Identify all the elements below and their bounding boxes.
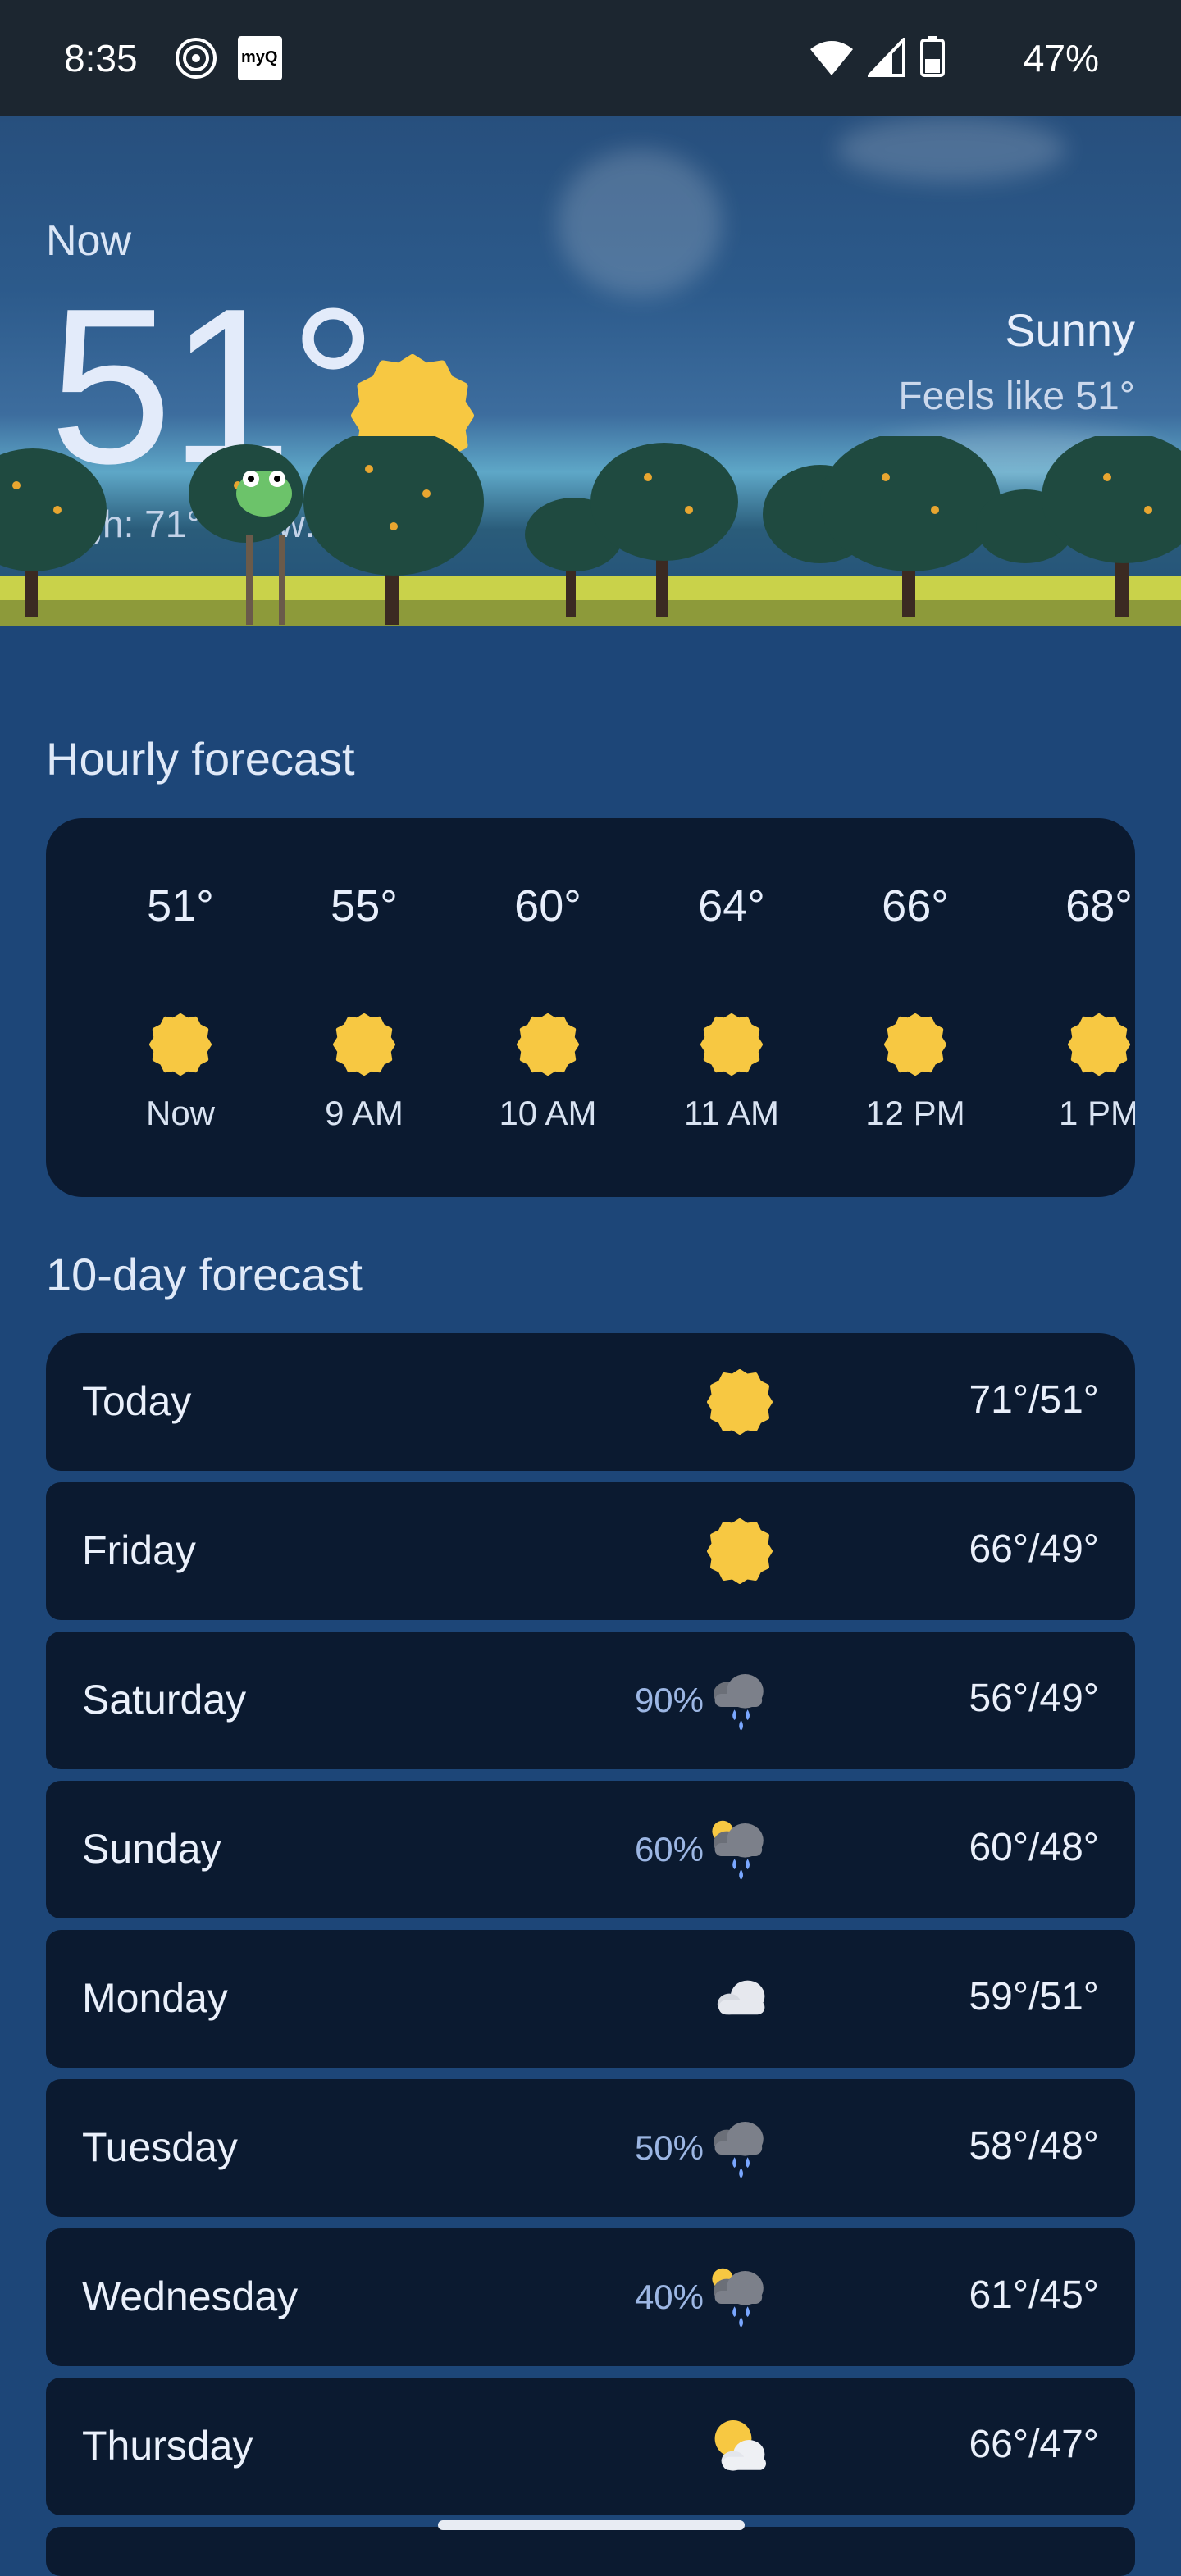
precip-chance: 60%	[634, 1830, 704, 1868]
hourly-forecast-title: Hourly forecast	[46, 733, 355, 785]
day-temps: 71°/51°	[969, 1378, 1099, 1422]
sun-icon	[707, 1518, 773, 1584]
sun-rain-icon	[712, 1820, 764, 1880]
cloud-decoration	[837, 116, 1066, 182]
day-name: Wednesday	[82, 2273, 299, 2319]
hourly-temp: 64°	[698, 881, 765, 931]
day-row-tuesday[interactable]: Tuesday 50% 58°/48°	[46, 2079, 1135, 2217]
day-name: Thursday	[82, 2423, 253, 2469]
cloud-icon	[717, 1980, 765, 2015]
cloud-decoration	[558, 149, 722, 297]
sun-icon	[149, 1013, 212, 1076]
day-row-saturday[interactable]: Saturday 90% 56°/49°	[46, 1632, 1135, 1769]
status-time: 8:35	[64, 37, 138, 80]
precip-chance: 40%	[634, 2278, 704, 2316]
feels-like: Feels like 51°	[898, 375, 1135, 418]
podcast-icon	[176, 38, 217, 79]
day-name: Monday	[82, 1975, 228, 2021]
sun-icon	[333, 1013, 395, 1076]
day-temps: 66°/47°	[969, 2423, 1099, 2466]
hourly-time: 10 AM	[499, 1094, 597, 1132]
day-row-sunday[interactable]: Sunday 60% 60°/48°	[46, 1781, 1135, 1918]
day-row-monday[interactable]: Monday 59°/51°	[46, 1930, 1135, 2068]
status-bar: 8:35 myQ 47%	[0, 0, 1181, 116]
sun-rain-icon	[712, 2268, 764, 2328]
ten-day-forecast-title: 10-day forecast	[46, 1249, 363, 1300]
battery-percent: 47%	[1023, 37, 1099, 80]
current-condition: Sunny	[1005, 304, 1135, 356]
day-row-partial[interactable]	[46, 2527, 1135, 2576]
sun-icon	[707, 1369, 773, 1435]
hourly-temp: 66°	[882, 881, 949, 931]
status-right: 47%	[810, 33, 1181, 82]
day-row-wednesday[interactable]: Wednesday 40% 61°/45°	[46, 2228, 1135, 2366]
day-temps: 58°/48°	[969, 2124, 1099, 2168]
precip-chance: 90%	[634, 1681, 704, 1719]
hourly-temp: 55°	[331, 881, 398, 931]
hourly-time: 1 PM	[1058, 1094, 1135, 1132]
hourly-time: 11 AM	[684, 1094, 779, 1132]
battery-icon	[920, 36, 945, 77]
day-temps: 61°/45°	[969, 2273, 1099, 2317]
hourly-time: 9 AM	[325, 1094, 404, 1132]
day-temps: 66°/49°	[969, 1527, 1099, 1571]
partly-cloudy-icon	[714, 2420, 766, 2471]
hourly-time: 12 PM	[865, 1094, 965, 1132]
day-row-today[interactable]: Today 71°/51°	[46, 1333, 1135, 1471]
now-label: Now	[46, 217, 132, 265]
sun-icon	[884, 1013, 946, 1076]
hourly-forecast-card[interactable]: 51° Now 55° 9 AM 60° 10 AM 64° 11 AM 66°…	[46, 818, 1135, 1197]
precip-chance: 50%	[634, 2128, 704, 2167]
signal-icon	[868, 38, 905, 77]
day-name: Friday	[82, 1527, 196, 1573]
hourly-temp: 68°	[1065, 881, 1133, 931]
hourly-time: Now	[145, 1094, 216, 1132]
day-temps: 60°/48°	[969, 1826, 1099, 1869]
hourly-temp: 51°	[147, 881, 214, 931]
rain-icon	[714, 1674, 764, 1731]
day-row-thursday[interactable]: Thursday 66°/47°	[46, 2378, 1135, 2515]
wifi-icon	[810, 41, 853, 75]
sun-icon	[1068, 1013, 1130, 1076]
day-name: Today	[82, 1378, 192, 1424]
day-name: Tuesday	[82, 2124, 238, 2170]
rain-icon	[714, 2122, 764, 2178]
sun-icon	[517, 1013, 579, 1076]
day-temps: 56°/49°	[969, 1677, 1099, 1720]
myq-icon: myQ	[238, 36, 282, 80]
hourly-temp: 60°	[514, 881, 581, 931]
orchard-illustration	[0, 436, 1181, 690]
day-temps: 59°/51°	[969, 1975, 1099, 2018]
day-name: Sunday	[82, 1826, 221, 1872]
day-name: Saturday	[82, 1677, 247, 1723]
home-indicator[interactable]	[438, 2520, 745, 2530]
day-row-friday[interactable]: Friday 66°/49°	[46, 1482, 1135, 1620]
sun-icon	[700, 1013, 763, 1076]
current-conditions-hero: Now 51° Sunny Feels like 51° High: 71° •…	[0, 116, 1181, 690]
